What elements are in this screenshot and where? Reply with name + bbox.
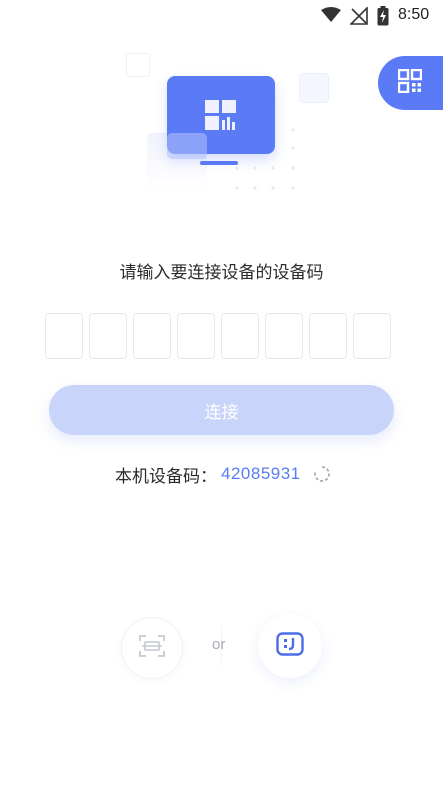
dot-grid-decoration bbox=[235, 128, 299, 197]
face-code-button[interactable] bbox=[258, 614, 322, 678]
local-device-code: 本机设备码： 42085931 bbox=[115, 463, 331, 486]
glass-overlay bbox=[167, 133, 207, 159]
code-digit-box[interactable] bbox=[89, 313, 127, 359]
code-digit-box[interactable] bbox=[353, 313, 391, 359]
scan-button[interactable] bbox=[121, 617, 183, 679]
or-label: or bbox=[212, 636, 226, 653]
qr-code-icon bbox=[397, 68, 423, 98]
enter-code-prompt: 请输入要连接设备的设备码 bbox=[119, 263, 324, 282]
battery-charging-icon bbox=[377, 6, 389, 31]
code-digit-box[interactable] bbox=[309, 313, 347, 359]
code-digit-box[interactable] bbox=[265, 313, 303, 359]
refresh-icon[interactable] bbox=[313, 465, 331, 483]
device-code-input[interactable] bbox=[45, 313, 397, 359]
code-digit-box[interactable] bbox=[221, 313, 259, 359]
status-time: 8:50 bbox=[398, 6, 430, 23]
code-digit-box[interactable] bbox=[45, 313, 83, 359]
status-bar: 8:50 bbox=[0, 0, 443, 30]
dashboard-icon bbox=[205, 100, 237, 135]
code-digit-box[interactable] bbox=[133, 313, 171, 359]
connect-button[interactable]: 连接 bbox=[49, 385, 394, 435]
local-code-label: 本机设备码： bbox=[115, 466, 217, 486]
wifi-icon bbox=[321, 7, 341, 28]
decorative-square bbox=[126, 53, 150, 77]
qr-code-button[interactable] bbox=[378, 56, 443, 110]
decorative-square bbox=[299, 73, 329, 103]
monitor-stand bbox=[200, 161, 238, 165]
no-signal-icon bbox=[349, 6, 368, 30]
local-code-value: 42085931 bbox=[221, 464, 301, 483]
code-digit-box[interactable] bbox=[177, 313, 215, 359]
face-code-icon bbox=[276, 631, 304, 661]
scan-icon bbox=[139, 634, 165, 663]
